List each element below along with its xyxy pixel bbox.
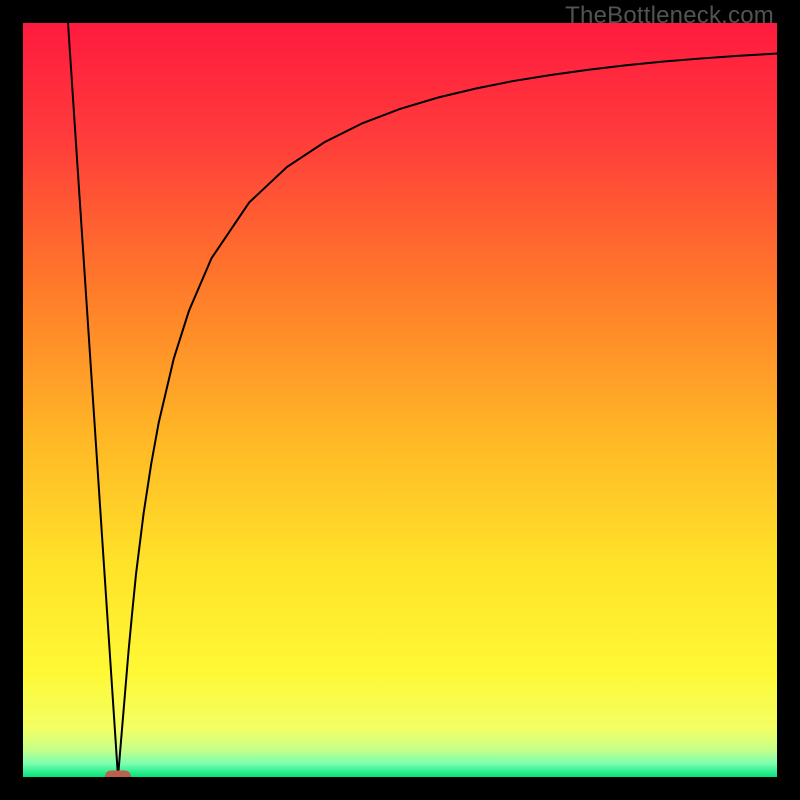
chart-background (23, 23, 777, 777)
watermark-text: TheBottleneck.com (565, 2, 774, 30)
optimal-marker (105, 771, 131, 778)
chart-frame (23, 23, 777, 777)
bottleneck-chart (23, 23, 777, 777)
